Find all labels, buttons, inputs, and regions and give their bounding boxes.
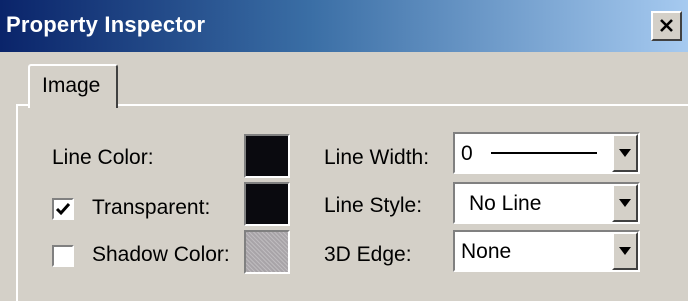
edge-3d-select[interactable]: None xyxy=(453,230,640,272)
close-icon xyxy=(660,19,673,32)
line-width-value: 0 xyxy=(461,142,473,165)
line-width-label: Line Width: xyxy=(324,146,430,169)
checkmark-icon xyxy=(55,203,71,216)
line-width-sample xyxy=(491,152,597,154)
chevron-down-icon xyxy=(619,149,631,157)
chevron-down-icon xyxy=(619,247,631,255)
transparent-label: Transparent: xyxy=(92,196,211,219)
shadow-color-checkbox[interactable] xyxy=(52,245,74,267)
line-color-swatch[interactable] xyxy=(244,134,290,178)
line-style-select[interactable]: No Line xyxy=(453,182,640,224)
line-width-select[interactable]: 0 xyxy=(453,132,640,174)
close-button[interactable] xyxy=(651,11,682,41)
shadow-color-swatch[interactable] xyxy=(244,230,290,274)
edge-3d-dropdown-button[interactable] xyxy=(612,232,638,270)
line-style-value: No Line xyxy=(469,192,542,215)
shadow-color-label: Shadow Color: xyxy=(92,243,230,266)
line-color-label: Line Color: xyxy=(52,146,154,169)
line-style-label: Line Style: xyxy=(324,194,423,217)
chevron-down-icon xyxy=(619,199,631,207)
title-bar: Property Inspector xyxy=(0,0,688,52)
line-style-dropdown-button[interactable] xyxy=(612,184,638,222)
edge-3d-label: 3D Edge: xyxy=(324,243,412,266)
line-width-dropdown-button[interactable] xyxy=(612,134,638,172)
transparent-checkbox[interactable] xyxy=(52,198,74,220)
tab-image[interactable]: Image xyxy=(28,64,118,108)
window-title: Property Inspector xyxy=(6,12,206,37)
transparent-color-swatch[interactable] xyxy=(244,182,290,226)
edge-3d-value: None xyxy=(461,240,512,263)
tab-image-label: Image xyxy=(42,74,101,97)
